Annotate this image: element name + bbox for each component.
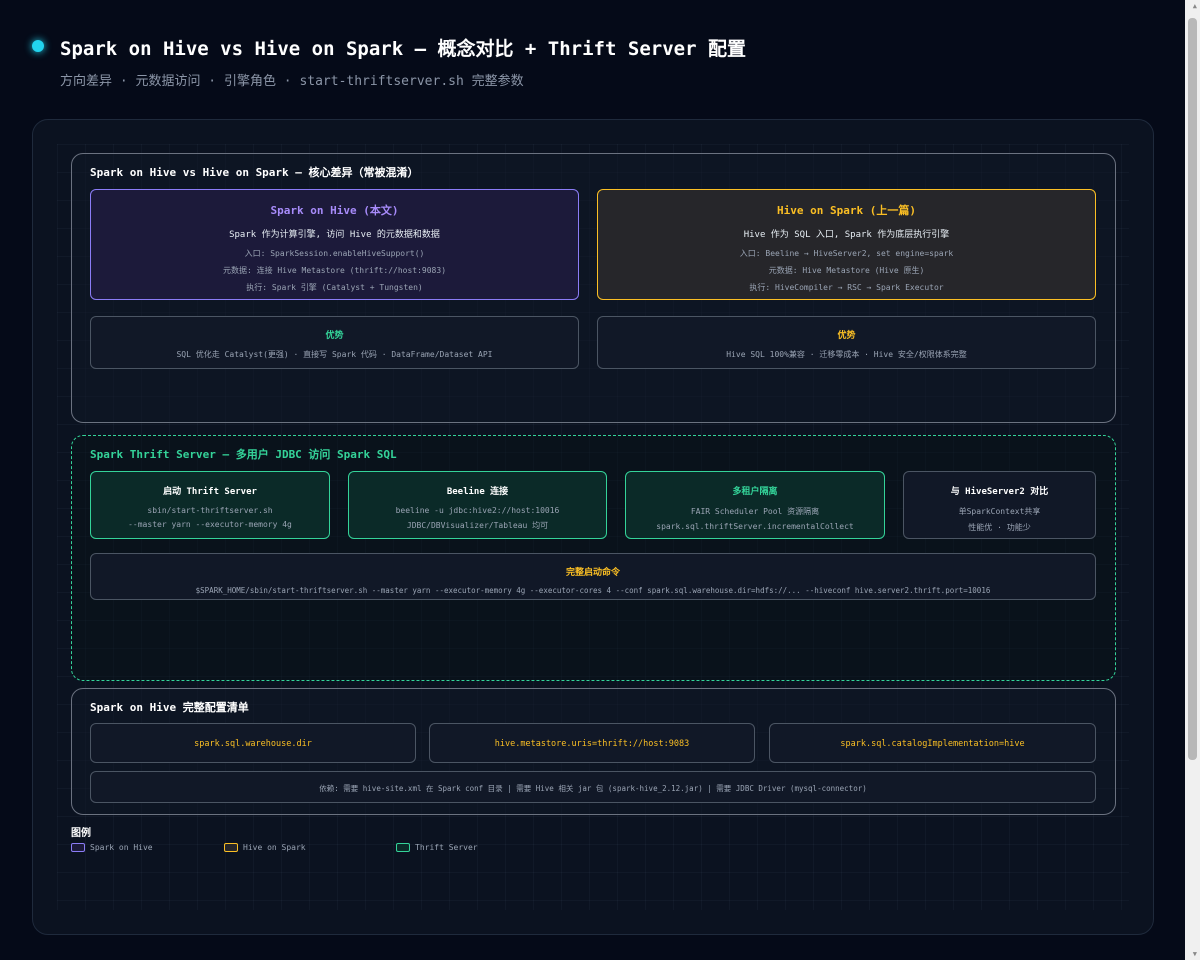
beeline-connect-card: Beeline 连接 beeline -u jdbc:hive2://host:… bbox=[348, 471, 607, 539]
legend-label: Thrift Server bbox=[415, 843, 478, 852]
scroll-down-icon[interactable]: ▼ bbox=[1193, 950, 1197, 958]
legend-item-spark-on-hive: Spark on Hive bbox=[71, 843, 153, 852]
card-line: --master yarn --executor-memory 4g bbox=[128, 520, 292, 529]
command-text: $SPARK_HOME/sbin/start-thriftserver.sh -… bbox=[195, 586, 991, 595]
card-title: 与 HiveServer2 对比 bbox=[950, 487, 1049, 497]
page-title: Spark on Hive vs Hive on Spark — 概念对比 + … bbox=[60, 38, 746, 60]
card-desc: Hive 作为 SQL 入口, Spark 作为底层执行引擎 bbox=[743, 230, 950, 240]
advantages-title: 优势 bbox=[325, 331, 344, 341]
legend-label: Spark on Hive bbox=[90, 843, 153, 852]
config-checklist-section: Spark on Hive 完整配置清单 spark.sql.warehouse… bbox=[71, 688, 1116, 815]
section-title: Spark on Hive vs Hive on Spark — 核心差异（常被… bbox=[90, 166, 419, 179]
dependencies-text: 依赖: 需要 hive-site.xml 在 Spark conf 目录 | 需… bbox=[319, 784, 867, 793]
card-metadata: 元数据: Hive Metastore (Hive 原生) bbox=[768, 266, 925, 275]
core-difference-section: Spark on Hive vs Hive on Spark — 核心差异（常被… bbox=[71, 153, 1116, 423]
section-title: Spark Thrift Server — 多用户 JDBC 访问 Spark … bbox=[90, 448, 397, 461]
section-title: Spark on Hive 完整配置清单 bbox=[90, 701, 249, 714]
legend-swatch bbox=[396, 843, 410, 852]
hive-on-spark-advantages: 优势 Hive SQL 100%兼容 · 迁移零成本 · Hive 安全/权限体… bbox=[597, 316, 1096, 369]
card-desc: Spark 作为计算引擎, 访问 Hive 的元数据和数据 bbox=[229, 230, 440, 240]
spark-on-hive-card: Spark on Hive (本文) Spark 作为计算引擎, 访问 Hive… bbox=[90, 189, 579, 300]
advantages-text: SQL 优化走 Catalyst(更强) · 直接写 Spark 代码 · Da… bbox=[176, 350, 493, 359]
card-title: Beeline 连接 bbox=[446, 487, 509, 497]
card-line: sbin/start-thriftserver.sh bbox=[147, 506, 273, 515]
card-title: Hive on Spark (上一篇) bbox=[777, 204, 916, 217]
config-value: spark.sql.warehouse.dir bbox=[194, 739, 312, 749]
thrift-server-section: Spark Thrift Server — 多用户 JDBC 访问 Spark … bbox=[71, 435, 1116, 681]
legend-title: 图例 bbox=[71, 828, 91, 839]
card-entry: 入口: SparkSession.enableHiveSupport() bbox=[244, 249, 425, 258]
scroll-up-icon[interactable]: ▲ bbox=[1193, 2, 1197, 10]
config-item: spark.sql.catalogImplementation=hive bbox=[769, 723, 1096, 763]
advantages-title: 优势 bbox=[837, 331, 856, 341]
card-line: 单SparkContext共享 bbox=[958, 507, 1041, 516]
card-entry: 入口: Beeline → HiveServer2, set engine=sp… bbox=[739, 249, 954, 258]
config-item: hive.metastore.uris=thrift://host:9083 bbox=[429, 723, 755, 763]
page-subtitle: 方向差异 · 元数据访问 · 引擎角色 · start-thriftserver… bbox=[60, 74, 524, 89]
spark-on-hive-advantages: 优势 SQL 优化走 Catalyst(更强) · 直接写 Spark 代码 ·… bbox=[90, 316, 579, 369]
config-item: spark.sql.warehouse.dir bbox=[90, 723, 416, 763]
advantages-text: Hive SQL 100%兼容 · 迁移零成本 · Hive 安全/权限体系完整 bbox=[726, 350, 967, 359]
card-line: 性能优 · 功能少 bbox=[968, 523, 1031, 532]
hive-on-spark-card: Hive on Spark (上一篇) Hive 作为 SQL 入口, Spar… bbox=[597, 189, 1096, 300]
vertical-scrollbar[interactable]: ▲ ▼ bbox=[1185, 0, 1200, 960]
legend-item-thrift-server: Thrift Server bbox=[396, 843, 478, 852]
diagram-canvas: Spark on Hive vs Hive on Spark — 核心差异（常被… bbox=[32, 119, 1154, 935]
legend-label: Hive on Spark bbox=[243, 843, 306, 852]
dependencies-note: 依赖: 需要 hive-site.xml 在 Spark conf 目录 | 需… bbox=[90, 771, 1096, 803]
command-title: 完整启动命令 bbox=[565, 568, 620, 578]
config-value: hive.metastore.uris=thrift://host:9083 bbox=[494, 739, 690, 749]
hiveserver2-compare-card: 与 HiveServer2 对比 单SparkContext共享 性能优 · 功… bbox=[903, 471, 1096, 539]
scrollbar-thumb[interactable] bbox=[1188, 18, 1197, 760]
multi-tenant-card: 多租户隔离 FAIR Scheduler Pool 资源隔离 spark.sql… bbox=[625, 471, 885, 539]
legend-swatch bbox=[224, 843, 238, 852]
card-title: 多租户隔离 bbox=[732, 487, 778, 497]
start-thrift-server-card: 启动 Thrift Server sbin/start-thriftserver… bbox=[90, 471, 330, 539]
card-execution: 执行: HiveCompiler → RSC → Spark Executor bbox=[749, 283, 944, 292]
card-line: spark.sql.thriftServer.incrementalCollec… bbox=[656, 522, 854, 531]
card-line: FAIR Scheduler Pool 资源隔离 bbox=[690, 507, 820, 516]
card-title: Spark on Hive (本文) bbox=[270, 204, 399, 217]
card-line: JDBC/DBVisualizer/Tableau 均可 bbox=[406, 521, 549, 530]
full-start-command: 完整启动命令 $SPARK_HOME/sbin/start-thriftserv… bbox=[90, 553, 1096, 600]
legend-swatch bbox=[71, 843, 85, 852]
card-title: 启动 Thrift Server bbox=[163, 487, 257, 497]
legend-item-hive-on-spark: Hive on Spark bbox=[224, 843, 306, 852]
config-value: spark.sql.catalogImplementation=hive bbox=[840, 739, 1025, 749]
header-dot-icon bbox=[32, 40, 44, 52]
card-line: beeline -u jdbc:hive2://host:10016 bbox=[395, 506, 560, 515]
card-execution: 执行: Spark 引擎 (Catalyst + Tungsten) bbox=[246, 283, 423, 292]
card-metadata: 元数据: 连接 Hive Metastore (thrift://host:90… bbox=[222, 266, 447, 275]
